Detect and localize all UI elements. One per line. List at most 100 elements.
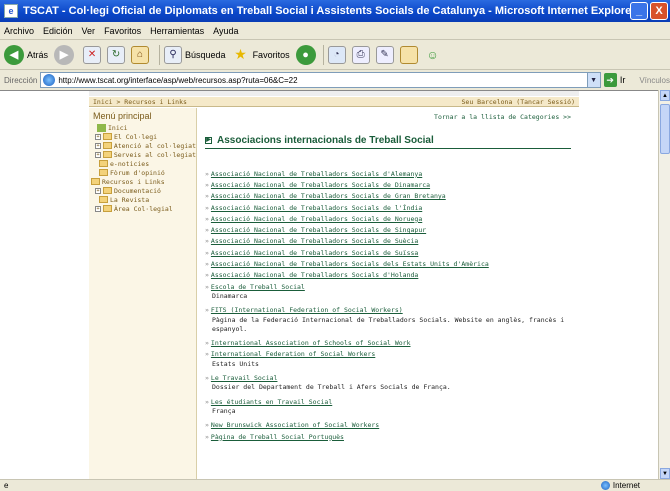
internet-zone-icon [600,481,610,490]
link-item: » Associació Nacional de Treballadors Soc… [205,213,571,224]
scroll-up-icon[interactable]: ▲ [660,90,670,101]
menu-item[interactable]: Fòrum d'opinió [89,168,196,177]
menu-archivo[interactable]: Archivo [4,26,34,36]
scroll-thumb[interactable] [660,104,670,154]
link-item: » Associació Nacional de Treballadors Soc… [205,168,571,179]
section-heading: ▶ Associacions internacionals de Treball… [205,135,571,149]
stop-icon[interactable]: ✕ [83,45,102,64]
address-dropdown-icon[interactable]: ▼ [586,73,600,87]
resource-link[interactable]: Associació Nacional de Treballadors Soci… [211,204,422,212]
toolbar-separator [322,44,324,65]
expand-icon[interactable]: + [95,142,101,149]
menu-ayuda[interactable]: Ayuda [213,26,238,36]
link-item: » International Association of Schools of… [205,337,571,348]
back-button[interactable]: ◀ Atrás [4,44,48,65]
resource-link[interactable]: Associació Nacional de Treballadors Soci… [211,249,418,257]
scroll-down-icon[interactable]: ▼ [660,468,670,479]
menu-item[interactable]: + El Col·legi [89,132,196,141]
resource-link[interactable]: New Brunswick Association of Social Work… [211,421,379,429]
menu-item-label: Serveis al col·legiat [113,150,196,159]
link-item: » Associació Nacional de Treballadors Soc… [205,224,571,235]
resource-link[interactable]: Associació Nacional de Treballadors Soci… [211,271,418,279]
link-arrow-icon: » [205,203,209,212]
history-icon[interactable]: ◔ [327,45,346,64]
menu-item[interactable]: Inici [89,123,196,132]
home-icon[interactable]: ⌂ [131,45,150,64]
edit-icon[interactable]: ✎ [375,45,394,64]
close-button[interactable]: X [650,2,668,20]
resource-link[interactable]: Associació Nacional de Treballadors Soci… [211,215,422,223]
search-button[interactable]: ⚲ Búsqueda [164,45,226,64]
breadcrumb[interactable]: Inici > Recursos i Links [93,98,187,106]
links-toolbar[interactable]: Vínculos [639,76,670,85]
resource-link[interactable]: Escola de Treball Social [211,283,305,291]
folder-icon [91,178,100,185]
menu-item-label: e-noticies [110,159,150,168]
session-link[interactable]: Seu Barcelona (Tancar Sessió) [462,98,576,106]
menu-item-label: La Revista [110,195,150,204]
resource-link[interactable]: Les étudiants en Travail Social [211,398,332,406]
minimize-button[interactable]: _ [630,2,648,20]
resource-link[interactable]: Associació Nacional de Treballadors Soci… [211,237,418,245]
search-label: Búsqueda [185,49,226,60]
status-page-icon: e [4,481,9,490]
expand-icon[interactable]: + [95,133,101,140]
menu-item[interactable]: + Documentació [89,186,196,195]
go-button[interactable]: Ir [620,75,626,85]
menu-item[interactable]: La Revista [89,195,196,204]
resource-link[interactable]: International Association of Schools of … [211,339,411,347]
expand-icon[interactable]: + [95,187,101,194]
menu-item[interactable]: + Àrea Col·legial [89,204,196,213]
folder-icon[interactable] [399,45,418,64]
heading-bullet-icon: ▶ [205,137,212,144]
resource-link[interactable]: Le Travail Social [211,374,278,382]
media-icon[interactable]: ● [295,44,316,65]
resource-link[interactable]: Associació Nacional de Treballadors Soci… [211,192,446,200]
resource-link[interactable]: International Federation of Social Worke… [211,350,375,358]
menu-herramientas[interactable]: Herramientas [150,26,204,36]
messenger-icon[interactable]: ☺ [424,46,442,64]
vertical-scrollbar[interactable]: ▲ ▼ [658,90,670,479]
resource-link[interactable]: FITS (International Federation of Social… [211,306,403,314]
page-header-strip [89,91,579,96]
menu-edicion[interactable]: Edición [43,26,73,36]
link-arrow-icon: » [205,248,209,257]
address-url: http://www.tscat.org/interface/asp/web/r… [58,75,298,85]
zone-label: Internet [612,481,640,490]
back-to-categories-link[interactable]: Tornar a la llista de Categories >> [434,113,571,121]
link-arrow-icon: » [205,421,209,430]
address-input[interactable]: http://www.tscat.org/interface/asp/web/r… [40,72,601,88]
link-list: » Associació Nacional de Treballadors Soc… [205,168,571,442]
link-arrow-icon: » [205,180,209,189]
link-description: Dossier del Departament de Treball i Afe… [212,383,451,392]
menu-item[interactable]: + Atenció al col·legiat [89,141,196,150]
menu-item-label: Atenció al col·legiat [113,141,196,150]
folder-icon [99,196,108,203]
home-icon [97,123,106,132]
link-item: » Associació Nacional de Treballadors Soc… [205,236,571,247]
menu-title: Menú principal [93,111,152,121]
resource-link[interactable]: Pàgina de Treball Social Portuguès [211,433,344,441]
link-item: » Associació Nacional de Treballadors Soc… [205,247,571,258]
expand-icon[interactable]: + [95,151,101,158]
menu-item[interactable]: + Serveis al col·legiat [89,150,196,159]
forward-button[interactable]: ▶ [54,44,77,65]
menu-ver[interactable]: Ver [82,26,96,36]
resource-link[interactable]: Associació Nacional de Treballadors Soci… [211,181,430,189]
go-arrow-icon[interactable]: ➔ [603,73,617,87]
favorites-button[interactable]: ★ Favoritos [232,46,289,64]
refresh-icon[interactable]: ↻ [107,45,126,64]
folder-icon [102,142,112,149]
resource-link[interactable]: Associació Nacional de Treballadors Soci… [211,170,422,178]
link-arrow-icon: » [205,338,209,347]
menu-favoritos[interactable]: Favoritos [104,26,141,36]
link-arrow-icon: » [205,306,209,315]
link-description: Estats Units [212,359,259,368]
print-icon[interactable]: ⎙ [351,45,370,64]
menu-item[interactable]: Recursos i Links [89,177,196,186]
resource-link[interactable]: Associació Nacional de Treballadors Soci… [211,260,489,268]
menu-item[interactable]: e-noticies [89,159,196,168]
resource-link[interactable]: Associació Nacional de Treballadors Soci… [211,226,426,234]
folder-icon [99,169,108,176]
expand-icon[interactable]: + [95,205,101,212]
